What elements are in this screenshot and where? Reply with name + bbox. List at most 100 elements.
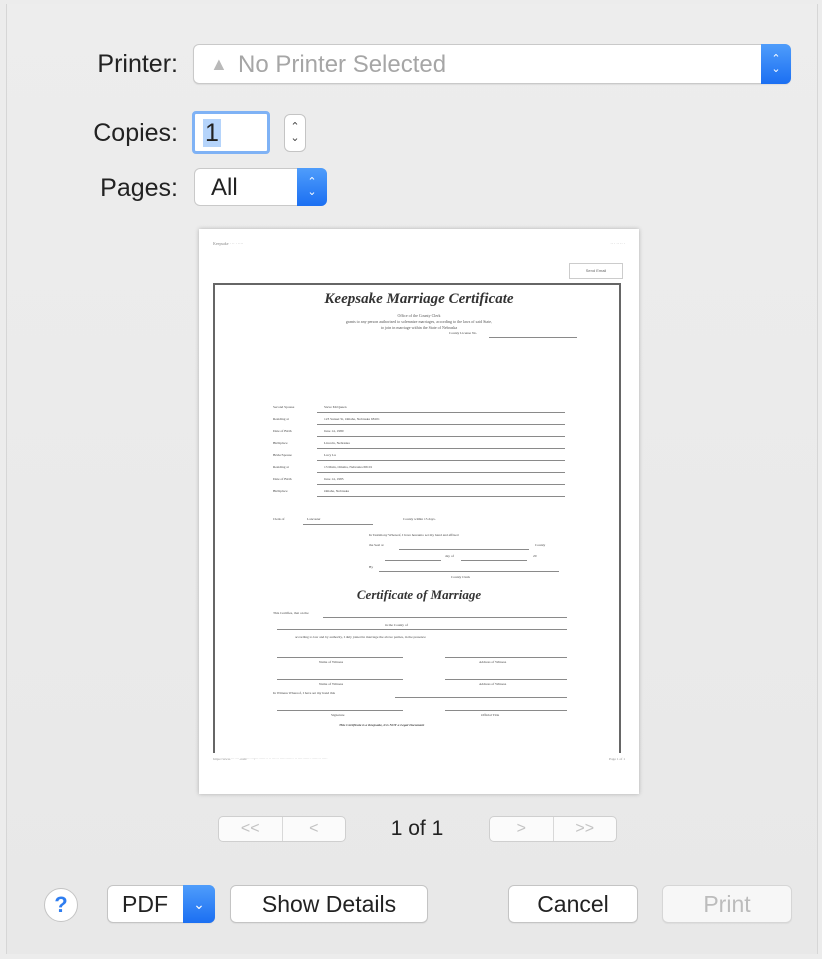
preview-header-left: Keepsake · ·· · ···· <box>213 241 244 246</box>
pages-label: Pages: <box>100 174 178 202</box>
signature-label: Signature <box>331 713 345 717</box>
field-value: 123 Sunset St, Omaha, Nebraska 68101 <box>324 417 380 421</box>
county-suffix: County within 15 days. <box>403 517 436 521</box>
preview-subtitle: to join in marriage within the State of … <box>380 325 458 330</box>
preview-line <box>317 496 565 497</box>
clerk-of-label: Clerk of <box>273 517 285 521</box>
field-label: Residing at <box>273 417 289 421</box>
preview-line <box>323 617 567 618</box>
witness-label: Name of Witness <box>319 660 344 664</box>
preview-header-right: ·· · ·· ·· · <box>610 241 625 246</box>
preview-line <box>317 460 565 461</box>
last-page-button[interactable]: >> <box>552 817 617 841</box>
seal-at-label: the Seal at <box>369 543 384 547</box>
preview-line <box>277 710 403 711</box>
printer-label: Printer: <box>97 50 178 78</box>
print-preview: Keepsake · ·· · ···· ·· · ·· ·· · Send E… <box>199 229 639 794</box>
preview-line <box>461 560 527 561</box>
printer-popup[interactable]: ▲ No Printer Selected ⌃ ⌄ <box>193 44 791 84</box>
updown-arrows-icon: ⌃ ⌄ <box>761 44 791 84</box>
field-value: Omaha, Nebraska <box>324 489 350 493</box>
copies-value: 1 <box>203 119 221 147</box>
previous-page-button[interactable]: < <box>281 817 346 841</box>
warning-triangle-icon: ▲ <box>210 54 228 74</box>
preview-line <box>445 679 567 680</box>
print-button[interactable]: Print <box>662 885 792 923</box>
preview-line <box>385 560 441 561</box>
copies-stepper[interactable]: ⌃ ⌄ <box>284 114 306 152</box>
county-value: Lancaster <box>307 517 321 521</box>
preview-subtitle: grants to any person authorized to solem… <box>345 319 493 324</box>
preview-line <box>445 710 567 711</box>
preview-line <box>317 424 565 425</box>
preview-license: County License No. <box>449 331 478 335</box>
preview-line <box>317 484 565 485</box>
witness-label: Name of Witness <box>319 682 344 686</box>
field-value: June 14, 1985 <box>324 477 344 481</box>
preview-subtitle: Office of the County Clerk <box>397 313 441 318</box>
witness-address-label: Address of Witness <box>479 682 507 686</box>
field-label: Second Spouse <box>273 405 295 409</box>
preview-line <box>379 571 559 572</box>
preview-line <box>277 629 567 630</box>
day-of-label: day of <box>445 554 454 558</box>
cert-line: in the County of <box>385 623 408 627</box>
preview-footer-left: https://www.·······.com/······/·········… <box>213 757 328 761</box>
show-details-button[interactable]: Show Details <box>230 885 428 923</box>
page-nav-back: << < <box>218 816 346 842</box>
witness-address-label: Address of Witness <box>479 660 507 664</box>
cancel-button[interactable]: Cancel <box>508 885 638 923</box>
pages-value: All <box>211 174 238 201</box>
page-count: 1 of 1 <box>390 817 444 840</box>
county-clerk-label: County Clerk <box>451 575 470 579</box>
preview-line <box>489 337 577 338</box>
field-label: Bride/Spouse <box>273 453 292 457</box>
preview-line <box>399 549 529 550</box>
pages-popup[interactable]: All ⌃ ⌄ <box>194 168 327 206</box>
testimony-text: In Testimony Whereof, I have hereunto se… <box>369 533 459 537</box>
pdf-label: PDF <box>122 890 168 917</box>
stepper-down-icon[interactable]: ⌄ <box>290 133 299 144</box>
copies-label: Copies: <box>93 119 178 147</box>
preview-line <box>277 657 403 658</box>
county-word: County <box>535 543 546 547</box>
printer-value: No Printer Selected <box>238 51 447 78</box>
preview-line <box>277 679 403 680</box>
cert-line: This Certifies, that on the <box>273 611 309 615</box>
preview-send-email: Send Email <box>569 263 623 279</box>
field-label: Birthplace <box>273 489 288 493</box>
field-value: Lincoln, Nebraska <box>324 441 350 445</box>
copies-field[interactable]: 1 <box>192 111 270 154</box>
preview-line <box>317 472 565 473</box>
preview-line <box>445 657 567 658</box>
by-label: By <box>369 565 374 569</box>
preview-line <box>317 448 565 449</box>
preview-footer-right: Page 1 of 1 <box>609 757 625 761</box>
certificate-title: Certificate of Marriage <box>356 587 482 602</box>
in-witness-text: In Witness Whereof, I have set my hand t… <box>273 691 336 695</box>
field-value: 13 Main, Omaha, Nebraska 68101 <box>324 465 373 469</box>
preview-line <box>317 436 565 437</box>
cert-line: according to law and by authority, I dul… <box>295 635 426 639</box>
preview-line <box>303 524 373 525</box>
help-button[interactable]: ? <box>44 888 78 922</box>
preview-title: Keepsake Marriage Certificate <box>324 291 514 307</box>
field-label: Residing at <box>273 465 289 469</box>
field-label: Birthplace <box>273 441 288 445</box>
year-label: 20 <box>533 554 537 558</box>
field-value: Steve McQueen <box>324 405 347 409</box>
field-label: Date of Birth <box>273 477 292 481</box>
next-page-button[interactable]: > <box>490 817 553 841</box>
chevron-down-icon[interactable]: ⌄ <box>183 885 215 923</box>
preview-line <box>317 412 565 413</box>
page-nav-forward: > >> <box>489 816 617 842</box>
official-title-label: Official Title <box>481 713 500 717</box>
preview-line <box>395 697 567 698</box>
pdf-menu-button[interactable]: PDF ⌄ <box>107 885 215 923</box>
first-page-button[interactable]: << <box>219 817 282 841</box>
field-value: Lucy Lu <box>324 453 336 457</box>
field-value: June 14, 1980 <box>324 429 344 433</box>
updown-arrows-icon: ⌃ ⌄ <box>297 168 327 206</box>
keepsake-note: This Certificate is a Keepsake, it is NO… <box>339 723 425 727</box>
field-label: Date of Birth <box>273 429 292 433</box>
